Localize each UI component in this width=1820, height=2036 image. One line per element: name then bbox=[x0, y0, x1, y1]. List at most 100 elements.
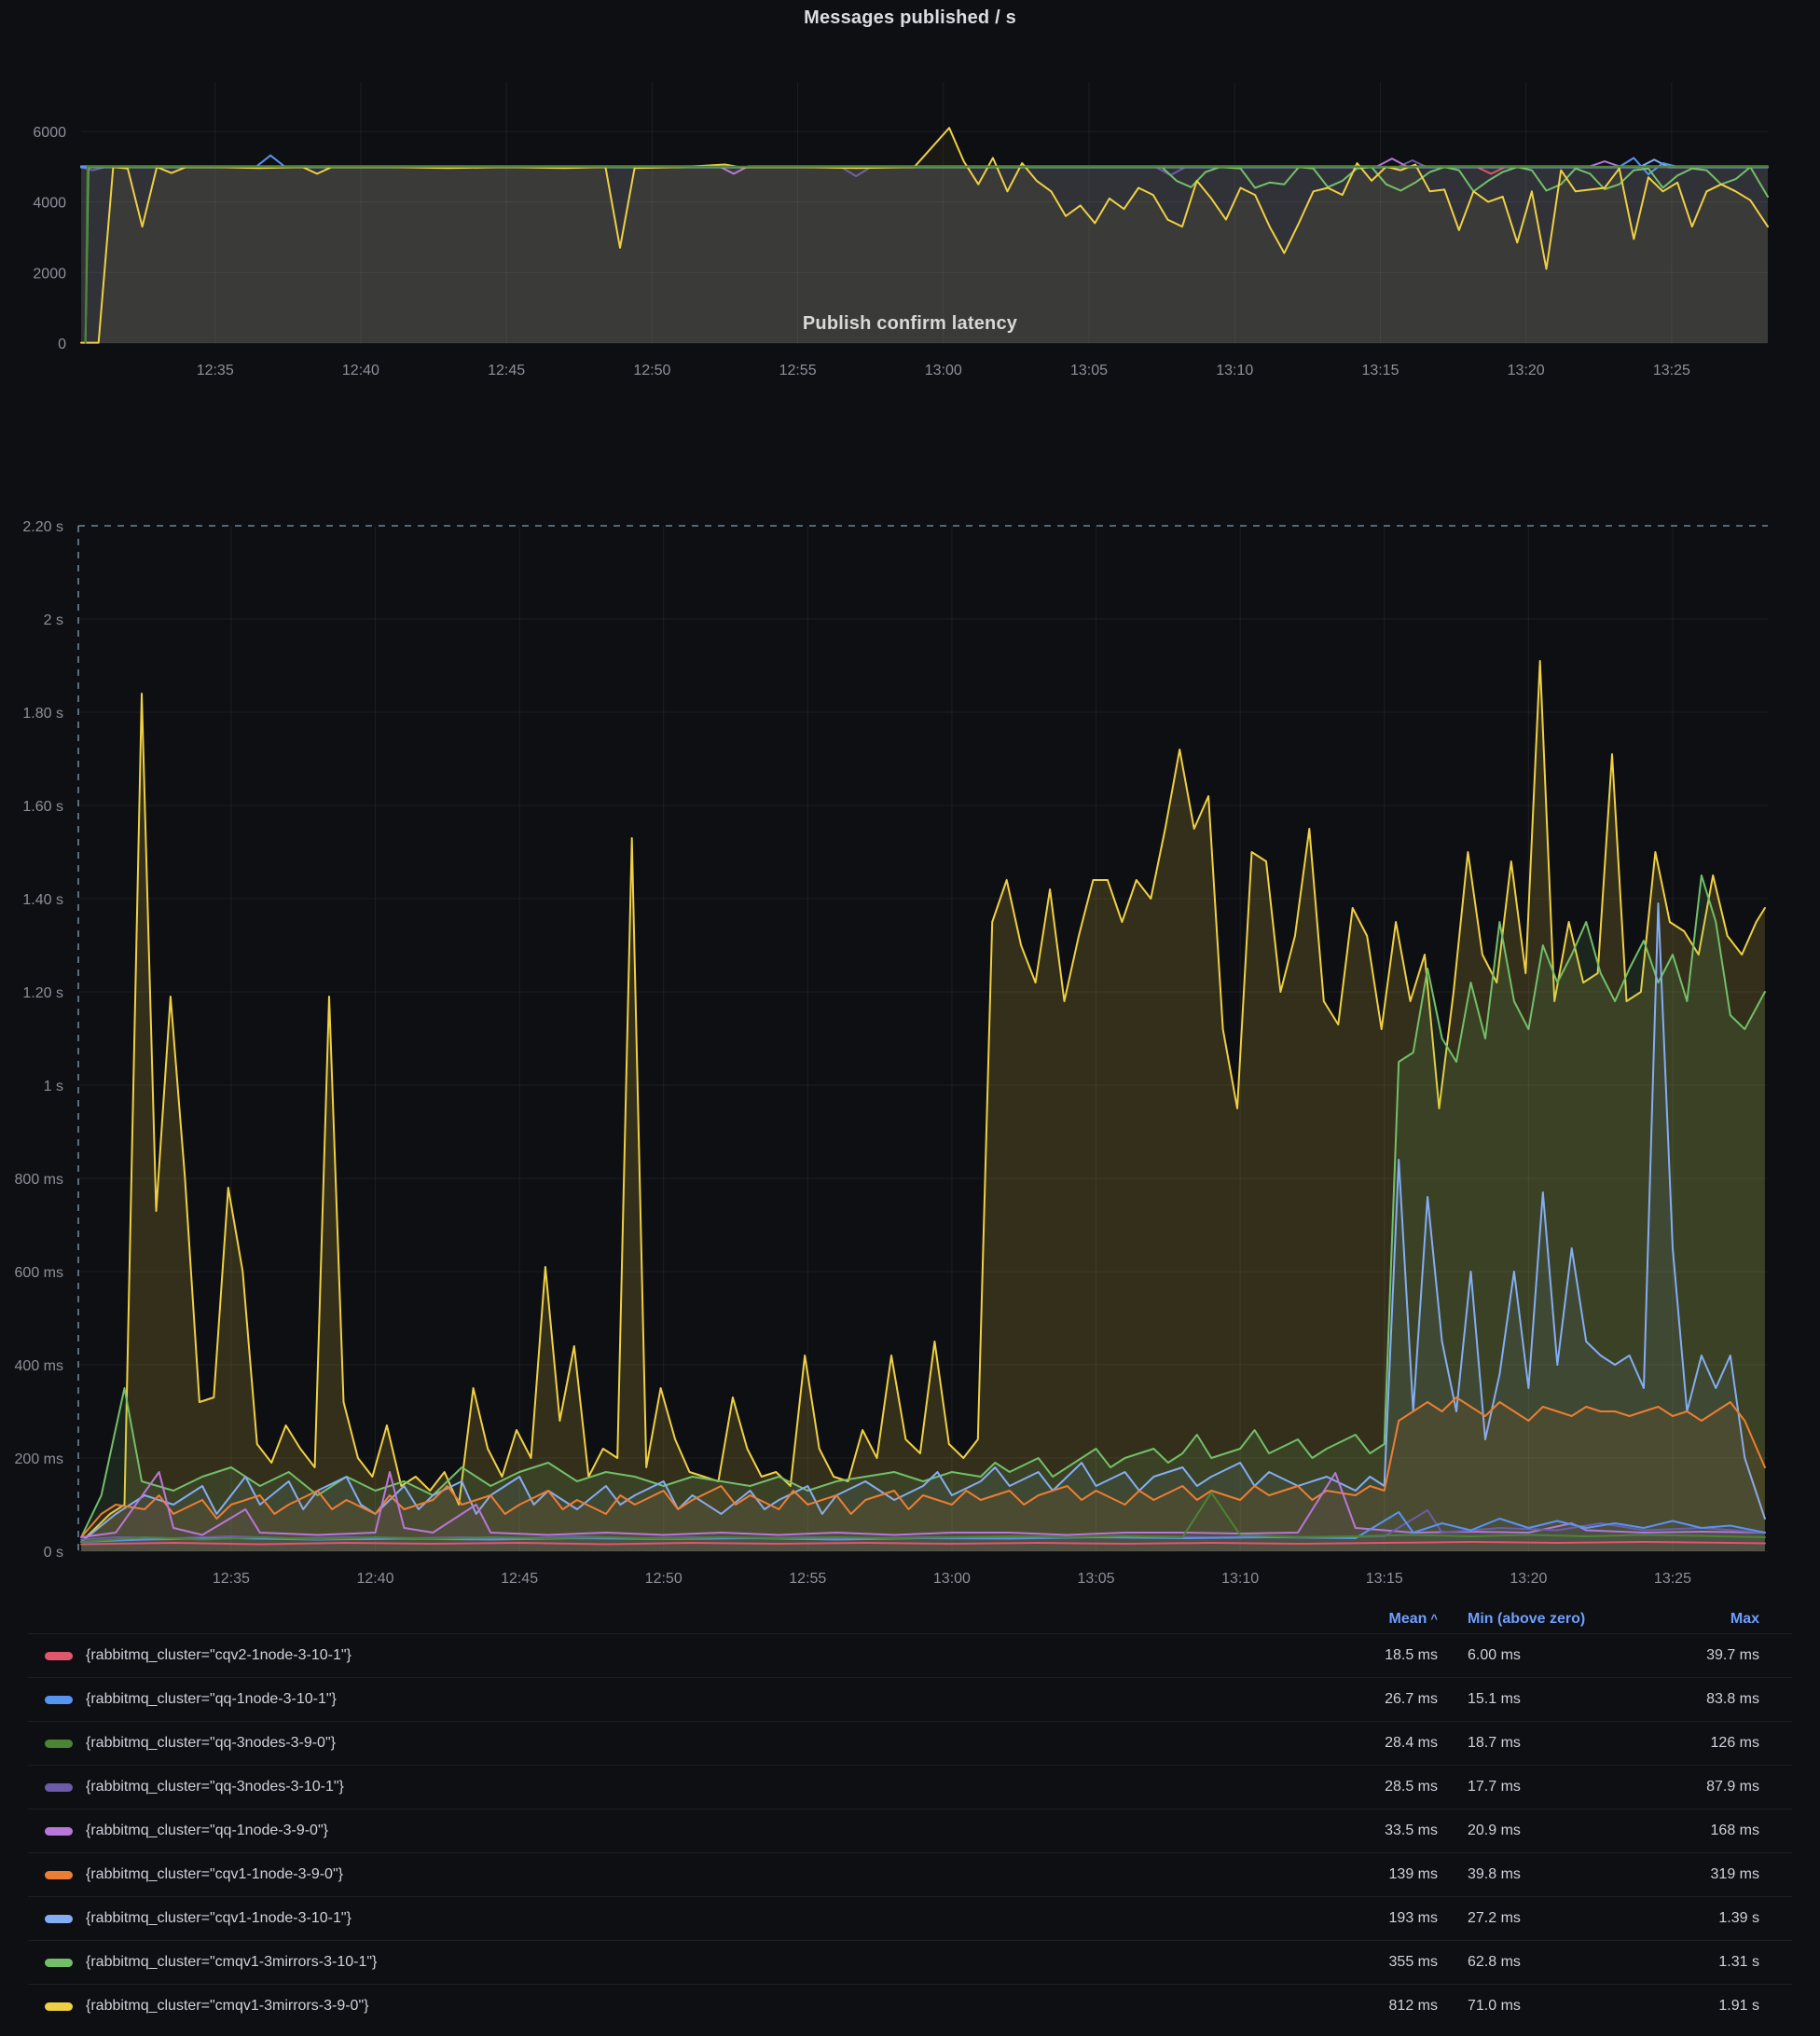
legend-series-label-text: {rabbitmq_cluster="qq-3nodes-3-10-1"} bbox=[86, 1779, 344, 1795]
legend-max-value: 87.9 ms bbox=[1620, 1779, 1792, 1795]
series-color-swatch[interactable] bbox=[45, 1740, 73, 1748]
x-axis-tick-label: 13:20 bbox=[1510, 1571, 1547, 1587]
x-axis-tick-label: 12:45 bbox=[501, 1571, 538, 1587]
legend-mean-value: 139 ms bbox=[1317, 1866, 1438, 1883]
legend-series-label-text: {rabbitmq_cluster="cqv1-1node-3-10-1"} bbox=[86, 1910, 352, 1927]
y-axis-tick-label: 2000 bbox=[33, 266, 66, 282]
legend-mean-value: 193 ms bbox=[1317, 1910, 1438, 1927]
x-axis-tick-label: 13:15 bbox=[1361, 363, 1399, 378]
legend-max-value: 39.7 ms bbox=[1620, 1647, 1792, 1664]
legend-table: Mean^ Min (above zero) Max {rabbitmq_clu… bbox=[0, 1605, 1820, 2028]
legend-header-min[interactable]: Min (above zero) bbox=[1438, 1611, 1620, 1628]
x-axis-tick-label: 13:25 bbox=[1654, 1571, 1691, 1587]
legend-row: {rabbitmq_cluster="qq-3nodes-3-10-1"} 28.… bbox=[28, 1765, 1792, 1809]
x-axis-tick-label: 12:55 bbox=[789, 1571, 826, 1587]
legend-mean-value: 26.7 ms bbox=[1317, 1691, 1438, 1708]
y-axis-tick-label: 6000 bbox=[33, 125, 66, 141]
legend-min-value: 62.8 ms bbox=[1438, 1954, 1620, 1971]
legend-row: {rabbitmq_cluster="qq-1node-3-9-0"}33.5 … bbox=[28, 1809, 1792, 1852]
x-axis-tick-label: 13:15 bbox=[1366, 1571, 1403, 1587]
x-axis-tick-label: 13:05 bbox=[1070, 363, 1108, 378]
legend-mean-value: 355 ms bbox=[1317, 1954, 1438, 1971]
legend-series-label[interactable]: {rabbitmq_cluster="cmqv1-3mirrors-3-10-1… bbox=[28, 1954, 1317, 1971]
legend-row: {rabbitmq_cluster="cmqv1-3mirrors-3-10-1… bbox=[28, 1940, 1792, 1984]
legend-min-value: 17.7 ms bbox=[1438, 1779, 1620, 1795]
legend-series-label-text: {rabbitmq_cluster="qq-1node-3-9-0"} bbox=[86, 1823, 328, 1839]
y-axis-tick-label: 400 ms bbox=[15, 1358, 63, 1374]
x-axis-tick-label: 13:00 bbox=[925, 363, 962, 378]
series-color-swatch[interactable] bbox=[45, 2002, 73, 2011]
legend-row: {rabbitmq_cluster="qq-3nodes-3-9-0"} 28.4… bbox=[28, 1721, 1792, 1765]
grafana-dashboard: { "page": { "background": "#0e0f13", "gr… bbox=[0, 0, 1820, 2036]
publish-confirm-latency-chart[interactable]: 0 s200 ms400 ms600 ms800 ms1 s1.20 s1.40… bbox=[15, 519, 1768, 1587]
legend-header-max[interactable]: Max bbox=[1620, 1611, 1792, 1628]
sort-asc-icon: ^ bbox=[1430, 1612, 1438, 1626]
legend-mean-value: 28.5 ms bbox=[1317, 1779, 1438, 1795]
messages-published-chart[interactable]: 020004000600012:3512:4012:4512:5012:5513… bbox=[33, 82, 1768, 378]
legend-max-value: 1.31 s bbox=[1620, 1954, 1792, 1971]
y-axis-tick-label: 800 ms bbox=[15, 1172, 63, 1188]
legend-series-label-text: {rabbitmq_cluster="cmqv1-3mirrors-3-10-1… bbox=[86, 1954, 377, 1971]
legend-series-label[interactable]: {rabbitmq_cluster="cmqv1-3mirrors-3-9-0"… bbox=[28, 1998, 1317, 2015]
legend-max-value: 83.8 ms bbox=[1620, 1691, 1792, 1708]
legend-max-value: 319 ms bbox=[1620, 1866, 1792, 1883]
legend-max-value: 126 ms bbox=[1620, 1735, 1792, 1752]
y-axis-tick-label: 200 ms bbox=[15, 1451, 63, 1467]
x-axis-tick-label: 12:40 bbox=[342, 363, 379, 378]
x-axis-tick-label: 13:20 bbox=[1508, 363, 1545, 378]
legend-rows: {rabbitmq_cluster="cqv2-1node-3-10-1"}18… bbox=[28, 1633, 1792, 2028]
legend-header-mean[interactable]: Mean^ bbox=[1317, 1611, 1438, 1628]
series-color-swatch[interactable] bbox=[45, 1652, 73, 1660]
legend-header-row: Mean^ Min (above zero) Max bbox=[28, 1605, 1792, 1633]
legend-min-value: 6.00 ms bbox=[1438, 1647, 1620, 1664]
legend-row: {rabbitmq_cluster="qq-1node-3-10-1"} 26.7… bbox=[28, 1677, 1792, 1721]
legend-series-label[interactable]: {rabbitmq_cluster="qq-3nodes-3-10-1"} bbox=[28, 1779, 1317, 1795]
x-axis-tick-label: 12:45 bbox=[488, 363, 525, 378]
y-axis-tick-label: 2.20 s bbox=[22, 519, 63, 535]
x-axis-tick-label: 12:50 bbox=[633, 363, 670, 378]
legend-min-value: 71.0 ms bbox=[1438, 1998, 1620, 2015]
legend-max-value: 1.39 s bbox=[1620, 1910, 1792, 1927]
legend-series-label[interactable]: {rabbitmq_cluster="cqv1-1node-3-10-1"} bbox=[28, 1910, 1317, 1927]
x-axis-tick-label: 12:55 bbox=[779, 363, 817, 378]
x-axis-tick-label: 12:40 bbox=[356, 1571, 393, 1587]
legend-series-label[interactable]: {rabbitmq_cluster="qq-3nodes-3-9-0"} bbox=[28, 1735, 1317, 1752]
legend-series-label-text: {rabbitmq_cluster="cqv1-1node-3-9-0"} bbox=[86, 1866, 343, 1883]
legend-series-label[interactable]: {rabbitmq_cluster="qq-1node-3-9-0"} bbox=[28, 1823, 1317, 1839]
legend-mean-value: 28.4 ms bbox=[1317, 1735, 1438, 1752]
legend-row: {rabbitmq_cluster="cqv1-1node-3-10-1"} 19… bbox=[28, 1896, 1792, 1940]
legend-row: {rabbitmq_cluster="cqv2-1node-3-10-1"}18… bbox=[28, 1633, 1792, 1677]
legend-min-value: 18.7 ms bbox=[1438, 1735, 1620, 1752]
x-axis-tick-label: 12:50 bbox=[645, 1571, 682, 1587]
y-axis-tick-label: 1.60 s bbox=[22, 799, 63, 815]
legend-series-label[interactable]: {rabbitmq_cluster="cqv2-1node-3-10-1"} bbox=[28, 1647, 1317, 1664]
y-axis-tick-label: 4000 bbox=[33, 196, 66, 212]
series-color-swatch[interactable] bbox=[45, 1827, 73, 1836]
x-axis-tick-label: 13:05 bbox=[1078, 1571, 1115, 1587]
legend-series-label[interactable]: {rabbitmq_cluster="qq-1node-3-10-1"} bbox=[28, 1691, 1317, 1708]
legend-min-value: 20.9 ms bbox=[1438, 1823, 1620, 1839]
x-axis-tick-label: 12:35 bbox=[213, 1571, 250, 1587]
x-axis-tick-label: 13:25 bbox=[1653, 363, 1690, 378]
legend-min-value: 39.8 ms bbox=[1438, 1866, 1620, 1883]
legend-row: {rabbitmq_cluster="cqv1-1node-3-9-0"} 139… bbox=[28, 1852, 1792, 1896]
series-color-swatch[interactable] bbox=[45, 1871, 73, 1879]
series-color-swatch[interactable] bbox=[45, 1783, 73, 1792]
y-axis-tick-label: 1.20 s bbox=[22, 985, 63, 1001]
legend-series-label[interactable]: {rabbitmq_cluster="cqv1-1node-3-9-0"} bbox=[28, 1866, 1317, 1883]
series-color-swatch[interactable] bbox=[45, 1959, 73, 1967]
y-axis-tick-label: 0 s bbox=[44, 1545, 63, 1561]
y-axis-tick-label: 1.80 s bbox=[22, 706, 63, 722]
series-color-swatch[interactable] bbox=[45, 1696, 73, 1704]
legend-mean-value: 812 ms bbox=[1317, 1998, 1438, 2015]
y-axis-tick-label: 1 s bbox=[44, 1079, 63, 1094]
series-color-swatch[interactable] bbox=[45, 1915, 73, 1923]
legend-max-value: 168 ms bbox=[1620, 1823, 1792, 1839]
y-axis-tick-label: 0 bbox=[58, 337, 66, 352]
y-axis-tick-label: 600 ms bbox=[15, 1265, 63, 1281]
legend-mean-value: 18.5 ms bbox=[1317, 1647, 1438, 1664]
x-axis-tick-label: 13:10 bbox=[1216, 363, 1253, 378]
legend-series-label-text: {rabbitmq_cluster="qq-3nodes-3-9-0"} bbox=[86, 1735, 336, 1752]
legend-series-label-text: {rabbitmq_cluster="qq-1node-3-10-1"} bbox=[86, 1691, 337, 1708]
time-series-charts-canvas[interactable]: 0 2000 4000 6000 12:35 12:40 12:45 12:50 12:55 13… bbox=[0, 0, 1820, 1600]
